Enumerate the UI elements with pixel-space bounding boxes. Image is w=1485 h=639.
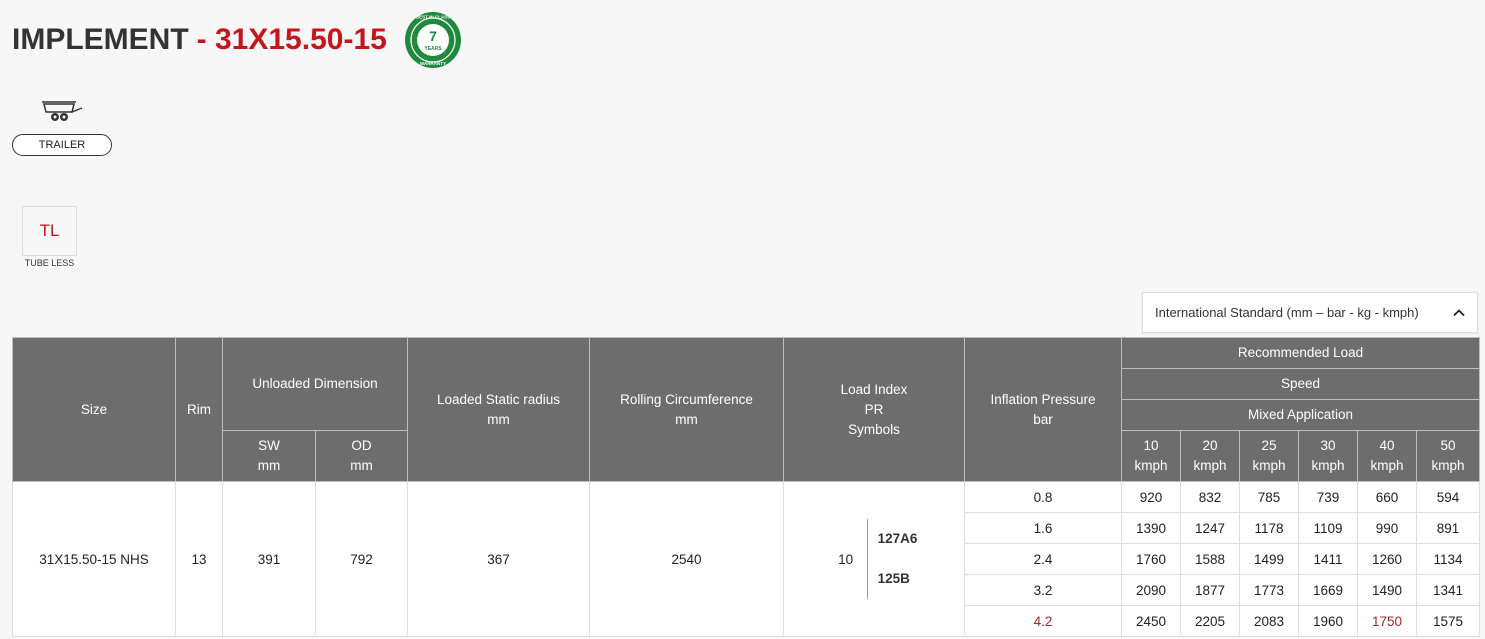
cell-load: 2083: [1239, 605, 1300, 637]
cell-load: 1490: [1357, 574, 1418, 606]
badge-years: YEARS: [424, 46, 442, 52]
cell-load: 594: [1416, 481, 1481, 513]
cell-load: 2450: [1121, 605, 1182, 637]
warranty-badge-icon: 7 YEARS BEST IN CLASS WARRANTY: [405, 12, 461, 68]
header-speed-50: 50 kmph: [1416, 430, 1481, 482]
header-recommended-load: Recommended Load: [1121, 337, 1481, 369]
table-row: 31X15.50-15 NHS 13 391 792 367 2540 10 1…: [12, 481, 1481, 637]
cell-load: 1341: [1416, 574, 1481, 606]
cell-size: 31X15.50-15 NHS: [12, 481, 176, 637]
unit-standard-value: International Standard (mm – bar - kg - …: [1155, 305, 1419, 320]
cell-load: 2090: [1121, 574, 1182, 606]
cell-load: 1390: [1121, 512, 1182, 544]
product-size: - 31X15.50-15: [196, 23, 387, 56]
page-title: IMPLEMENT - 31X15.50-15: [12, 10, 387, 70]
tubeless-label: TUBE LESS: [24, 258, 75, 268]
cell-pressure: 3.2: [964, 574, 1123, 606]
cell-load: 1178: [1239, 512, 1300, 544]
header-speed-10: 10 kmph: [1121, 430, 1182, 482]
application-trailer-button[interactable]: TRAILER: [12, 134, 112, 156]
cell-load: 1773: [1239, 574, 1300, 606]
cell-load: 1669: [1298, 574, 1359, 606]
cell-load: 1260: [1357, 543, 1418, 575]
cell-rolling-circumference: 2540: [589, 481, 785, 637]
header-od: OD mm: [314, 430, 409, 482]
cell-load: 1247: [1180, 512, 1241, 544]
header-size: Size: [12, 337, 176, 482]
tubeless-code: TL: [39, 221, 60, 240]
cell-pressure: 2.4: [964, 543, 1123, 575]
chevron-up-icon: [1453, 309, 1465, 317]
cell-load: 1499: [1239, 543, 1300, 575]
header-speed-40: 40 kmph: [1357, 430, 1418, 482]
header-rim: Rim: [175, 337, 223, 482]
cell-load: 1134: [1416, 543, 1481, 575]
tubeless-icon: TL: [22, 206, 77, 256]
header-speed-25: 25 kmph: [1239, 430, 1300, 482]
cell-load: 920: [1121, 481, 1182, 513]
badge-bottom-text: WARRANTY: [420, 61, 446, 66]
header-rolling-circumference: Rolling Circumference mm: [589, 337, 785, 482]
cell-pressure: 1.6: [964, 512, 1123, 544]
cell-pr: 10: [838, 551, 854, 567]
cell-load-index: 10 127A6 125B: [783, 481, 966, 637]
cell-load: 739: [1298, 481, 1359, 513]
cell-load: 832: [1180, 481, 1241, 513]
header-mixed-application: Mixed Application: [1121, 399, 1481, 431]
cell-sw: 391: [222, 481, 316, 637]
cell-load: 785: [1239, 481, 1300, 513]
cell-load: 990: [1357, 512, 1418, 544]
cell-od: 792: [314, 481, 409, 637]
cell-symbol-2: 125B: [877, 571, 910, 586]
cell-loaded-radius: 367: [407, 481, 591, 637]
header-load-index: Load Index PR Symbols: [783, 337, 966, 482]
header-loaded-static-radius: Loaded Static radius mm: [407, 337, 591, 482]
tyre-spec-table: Size Rim Unloaded Dimension Loaded Stati…: [12, 337, 1481, 637]
cell-load: 1877: [1180, 574, 1241, 606]
product-category: IMPLEMENT: [12, 23, 189, 56]
cell-load: 2205: [1180, 605, 1241, 637]
header-speed: Speed: [1121, 368, 1481, 400]
cell-load: 1588: [1180, 543, 1241, 575]
cell-load: 1109: [1298, 512, 1359, 544]
cell-load: 660: [1357, 481, 1418, 513]
header-speed-20: 20 kmph: [1180, 430, 1241, 482]
cell-load-highlight: 1750: [1357, 605, 1418, 637]
cell-pressure: 0.8: [964, 481, 1123, 513]
cell-symbol-1: 127A6: [877, 531, 918, 546]
cell-rim: 13: [175, 481, 223, 637]
badge-number: 7: [429, 28, 437, 44]
unit-standard-dropdown[interactable]: International Standard (mm – bar - kg - …: [1142, 292, 1478, 333]
header-speed-30: 30 kmph: [1298, 430, 1359, 482]
cell-load: 1575: [1416, 605, 1481, 637]
header-inflation-pressure: Inflation Pressure bar: [964, 337, 1123, 482]
cell-load: 1411: [1298, 543, 1359, 575]
cell-load: 891: [1416, 512, 1481, 544]
cell-load: 1760: [1121, 543, 1182, 575]
cell-pressure-max: 4.2: [964, 605, 1123, 637]
trailer-icon: [42, 101, 83, 121]
header-unloaded-dimension: Unloaded Dimension: [221, 337, 409, 431]
badge-top-text: BEST IN CLASS: [416, 15, 450, 20]
cell-load: 1960: [1298, 605, 1359, 637]
header-sw: SW mm: [222, 430, 316, 482]
